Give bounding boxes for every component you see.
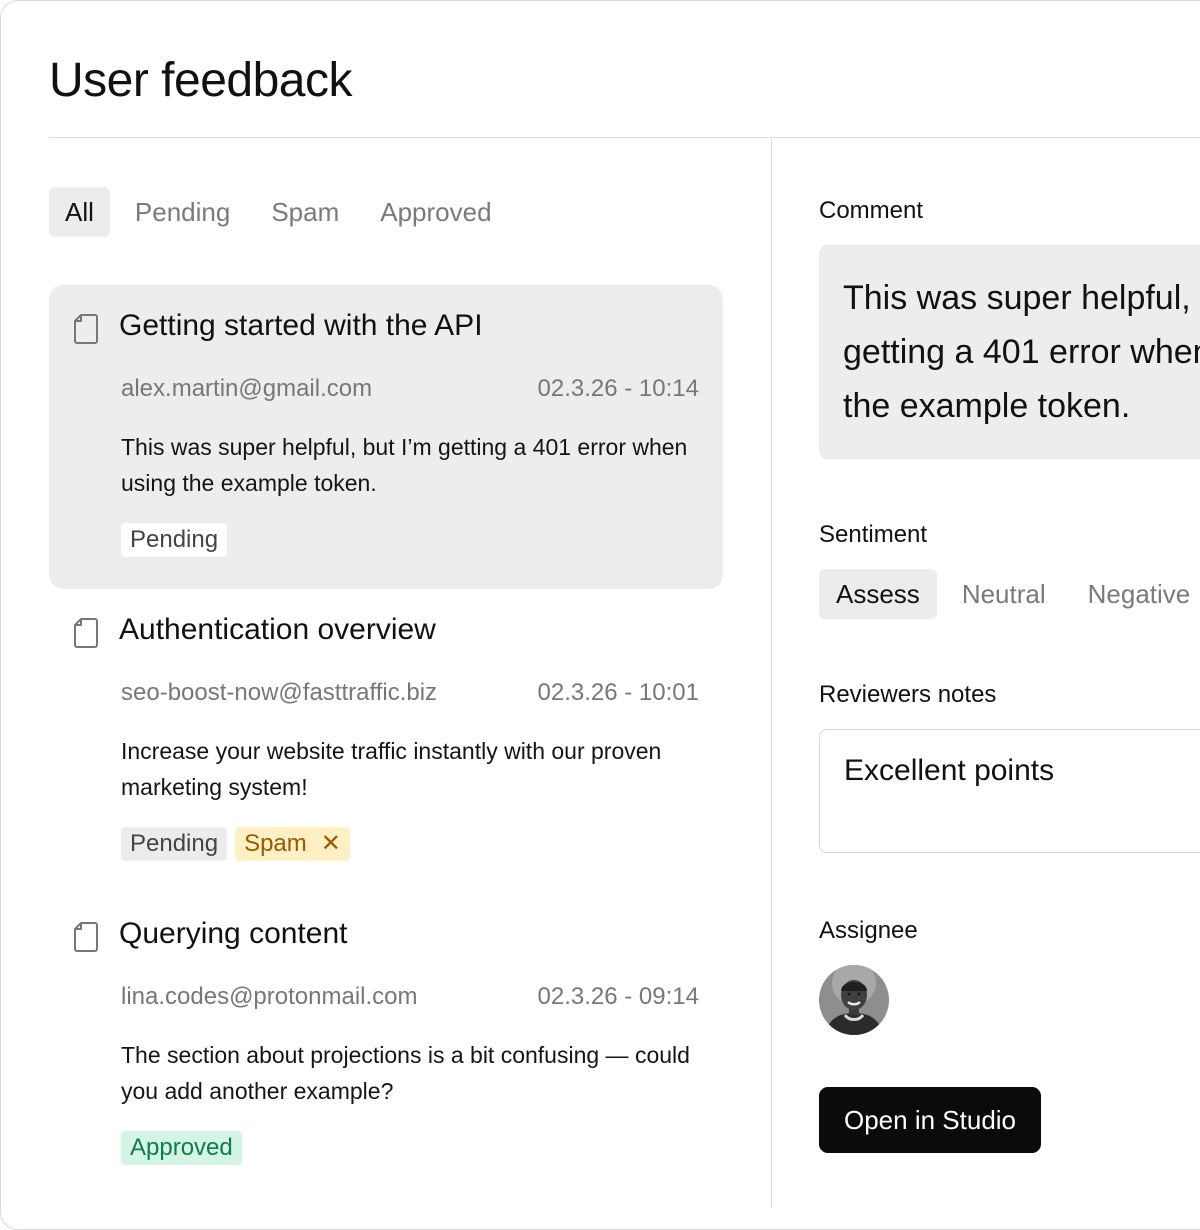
feedback-date: 02.3.26 - 10:01 xyxy=(537,679,699,706)
comment-box: This was super helpful, but I’m getting … xyxy=(819,245,1200,459)
feedback-comment: Increase your website traffic instantly … xyxy=(121,738,662,800)
feedback-item[interactable]: Authentication overview seo-boost-now@fa… xyxy=(49,589,723,893)
tab-spam[interactable]: Spam xyxy=(271,187,339,237)
feedback-date: 02.3.26 - 10:14 xyxy=(537,375,699,402)
notes-label: Reviewers notes xyxy=(819,681,997,708)
assignee-label: Assignee xyxy=(819,917,918,944)
close-icon[interactable]: ✕ xyxy=(321,827,341,861)
document-icon xyxy=(73,921,99,953)
tab-pending[interactable]: Pending xyxy=(135,187,230,237)
status-badges: Pending xyxy=(121,523,228,557)
sentiment-label: Sentiment xyxy=(819,521,928,548)
comment-label: Comment xyxy=(819,197,924,224)
comment-text: This was super helpful, but I’m getting … xyxy=(843,279,1200,425)
status-badges: Pending Spam ✕ xyxy=(121,827,350,861)
feedback-email: alex.martin@gmail.com xyxy=(121,375,373,402)
sentiment-assess[interactable]: Assess xyxy=(819,569,937,619)
feedback-comment: This was super helpful, but I’m getting … xyxy=(121,434,688,496)
reviewer-notes-value: Excellent points xyxy=(844,754,1055,787)
status-badges: Approved xyxy=(121,1131,242,1165)
status-badge-pending[interactable]: Pending xyxy=(121,827,228,861)
sentiment-neutral[interactable]: Neutral xyxy=(962,569,1046,619)
status-badge-pending[interactable]: Pending xyxy=(121,523,228,557)
status-badge-approved[interactable]: Approved xyxy=(121,1131,242,1165)
sentiment-selector: Assess Neutral Negative xyxy=(819,569,1200,619)
feedback-item[interactable]: Querying content lina.codes@protonmail.c… xyxy=(49,893,723,1197)
feedback-comment: The section about projections is a bit c… xyxy=(121,1042,690,1104)
feedback-email: seo-boost-now@fasttraffic.biz xyxy=(121,679,438,706)
filter-tabs: All Pending Spam Approved xyxy=(49,187,533,237)
sentiment-negative[interactable]: Negative xyxy=(1088,569,1191,619)
feedback-title: Querying content xyxy=(119,917,348,950)
page-title: User feedback xyxy=(49,54,353,107)
feedback-item[interactable]: Getting started with the API alex.martin… xyxy=(49,285,723,589)
header-divider xyxy=(49,137,1200,138)
tab-all[interactable]: All xyxy=(49,187,110,237)
feedback-date: 02.3.26 - 09:14 xyxy=(537,983,699,1010)
tab-approved[interactable]: Approved xyxy=(380,187,491,237)
spam-badge-label: Spam xyxy=(244,830,307,857)
document-icon xyxy=(73,617,99,649)
feedback-title: Getting started with the API xyxy=(119,309,483,342)
document-icon xyxy=(73,313,99,345)
feedback-email: lina.codes@protonmail.com xyxy=(121,983,418,1010)
avatar[interactable] xyxy=(819,965,889,1035)
app-window: User feedback All Pending Spam Approved … xyxy=(0,0,1200,1230)
status-badge-spam[interactable]: Spam ✕ xyxy=(235,827,350,861)
panel-divider xyxy=(771,138,772,1208)
feedback-title: Authentication overview xyxy=(119,613,436,646)
reviewer-notes-field[interactable]: Excellent points xyxy=(819,729,1200,853)
open-in-studio-button[interactable]: Open in Studio xyxy=(819,1087,1042,1153)
